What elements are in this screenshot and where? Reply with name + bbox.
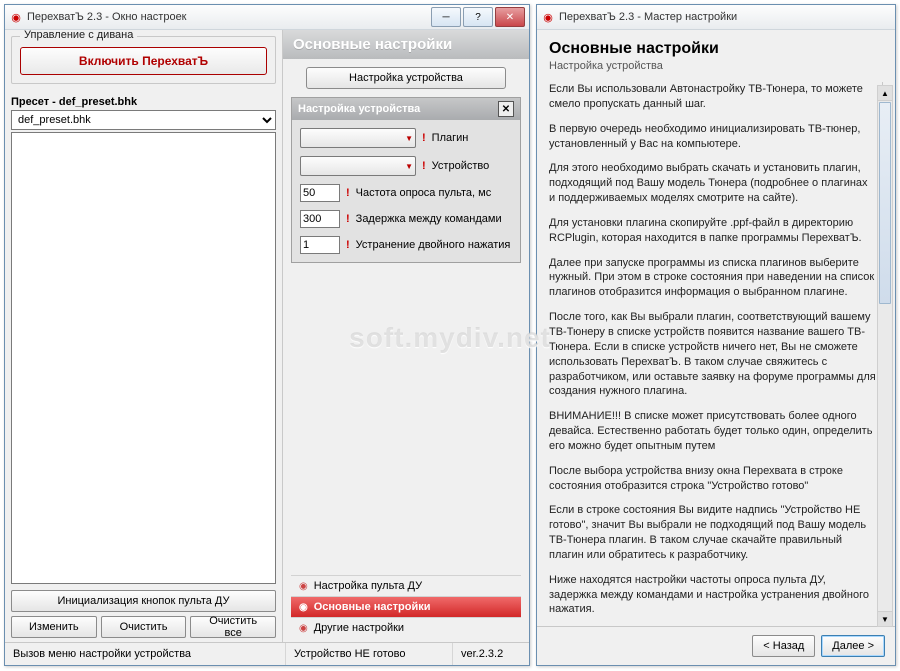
main-settings-panel: Основные настройки Настройка устройства …: [283, 30, 529, 642]
left-panel: Управление с дивана Включить ПерехватЪ П…: [5, 30, 283, 642]
help-button[interactable]: ?: [463, 7, 493, 27]
statusbar: Вызов меню настройки устройства Устройст…: [5, 642, 529, 665]
poll-frequency-input[interactable]: [300, 184, 340, 202]
scrollbar[interactable]: ▲ ▼: [877, 85, 893, 627]
wizard-title: ПерехватЪ 2.3 - Мастер настройки: [559, 11, 891, 23]
clear-all-button[interactable]: Очистить все: [190, 616, 276, 638]
command-delay-label: Задержка между командами: [356, 213, 502, 225]
app-icon: ◉: [541, 10, 555, 24]
warning-icon: !: [346, 213, 350, 225]
poll-frequency-label: Частота опроса пульта, мс: [356, 187, 492, 199]
nav-remote-config[interactable]: ◉Настройка пульта ДУ: [291, 575, 521, 596]
wifi-icon: ◉: [299, 602, 308, 613]
main-settings-header: Основные настройки: [283, 30, 529, 59]
window-title: ПерехватЪ 2.3 - Окно настроек: [27, 11, 429, 23]
wizard-text: Если Вы использовали Автонастройку ТВ-Тю…: [549, 82, 883, 620]
sofa-control-group: Управление с дивана Включить ПерехватЪ: [11, 36, 276, 84]
scroll-up-button[interactable]: ▲: [878, 86, 892, 101]
status-version: ver.2.3.2: [453, 643, 529, 665]
device-config-button[interactable]: Настройка устройства: [306, 67, 506, 89]
wifi-icon: ◉: [299, 581, 308, 592]
plugin-label: Плагин: [432, 132, 469, 144]
status-device: Устройство НЕ готово: [286, 643, 453, 665]
wifi-icon: ◉: [299, 623, 308, 634]
close-button[interactable]: ✕: [495, 7, 525, 27]
sofa-control-legend: Управление с дивана: [20, 30, 137, 41]
preset-combobox[interactable]: def_preset.bhk: [11, 110, 276, 130]
preset-label: Пресет - def_preset.bhk: [11, 96, 276, 108]
scroll-thumb[interactable]: [879, 102, 891, 304]
settings-nav: ◉Настройка пульта ДУ ◉Основные настройки…: [291, 575, 521, 638]
panel-close-button[interactable]: ✕: [498, 101, 514, 117]
device-dropdown[interactable]: ▼: [300, 156, 416, 176]
warning-icon: !: [422, 132, 426, 144]
wizard-subheading: Настройка устройства: [549, 60, 883, 72]
wizard-footer: < Назад Далее >: [537, 626, 895, 665]
minimize-button[interactable]: ─: [431, 7, 461, 27]
back-button[interactable]: < Назад: [752, 635, 815, 657]
app-icon: ◉: [9, 10, 23, 24]
preset-listbox[interactable]: [11, 132, 276, 584]
clear-button[interactable]: Очистить: [101, 616, 187, 638]
edit-button[interactable]: Изменить: [11, 616, 97, 638]
device-config-panel: Настройка устройства ✕ ▼ ! Плагин ▼: [291, 97, 521, 263]
wizard-window: ◉ ПерехватЪ 2.3 - Мастер настройки Основ…: [536, 4, 896, 666]
device-panel-title: Настройка устройства: [298, 103, 420, 115]
enable-intercept-button[interactable]: Включить ПерехватЪ: [20, 47, 267, 75]
nav-other-settings[interactable]: ◉Другие настройки: [291, 617, 521, 638]
warning-icon: !: [346, 239, 350, 251]
next-button[interactable]: Далее >: [821, 635, 885, 657]
wizard-titlebar[interactable]: ◉ ПерехватЪ 2.3 - Мастер настройки: [537, 5, 895, 30]
titlebar[interactable]: ◉ ПерехватЪ 2.3 - Окно настроек ─ ? ✕: [5, 5, 529, 30]
chevron-down-icon: ▼: [405, 134, 413, 143]
device-label: Устройство: [432, 160, 490, 172]
command-delay-input[interactable]: [300, 210, 340, 228]
double-press-label: Устранение двойного нажатия: [356, 239, 511, 251]
nav-main-settings[interactable]: ◉Основные настройки: [291, 596, 521, 617]
wizard-heading: Основные настройки: [549, 40, 883, 58]
double-press-input[interactable]: [300, 236, 340, 254]
plugin-dropdown[interactable]: ▼: [300, 128, 416, 148]
warning-icon: !: [422, 160, 426, 172]
status-hint: Вызов меню настройки устройства: [5, 643, 286, 665]
init-remote-buttons-button[interactable]: Инициализация кнопок пульта ДУ: [11, 590, 276, 612]
warning-icon: !: [346, 187, 350, 199]
settings-window: ◉ ПерехватЪ 2.3 - Окно настроек ─ ? ✕ Уп…: [4, 4, 530, 666]
scroll-down-button[interactable]: ▼: [878, 611, 892, 626]
chevron-down-icon: ▼: [405, 162, 413, 171]
